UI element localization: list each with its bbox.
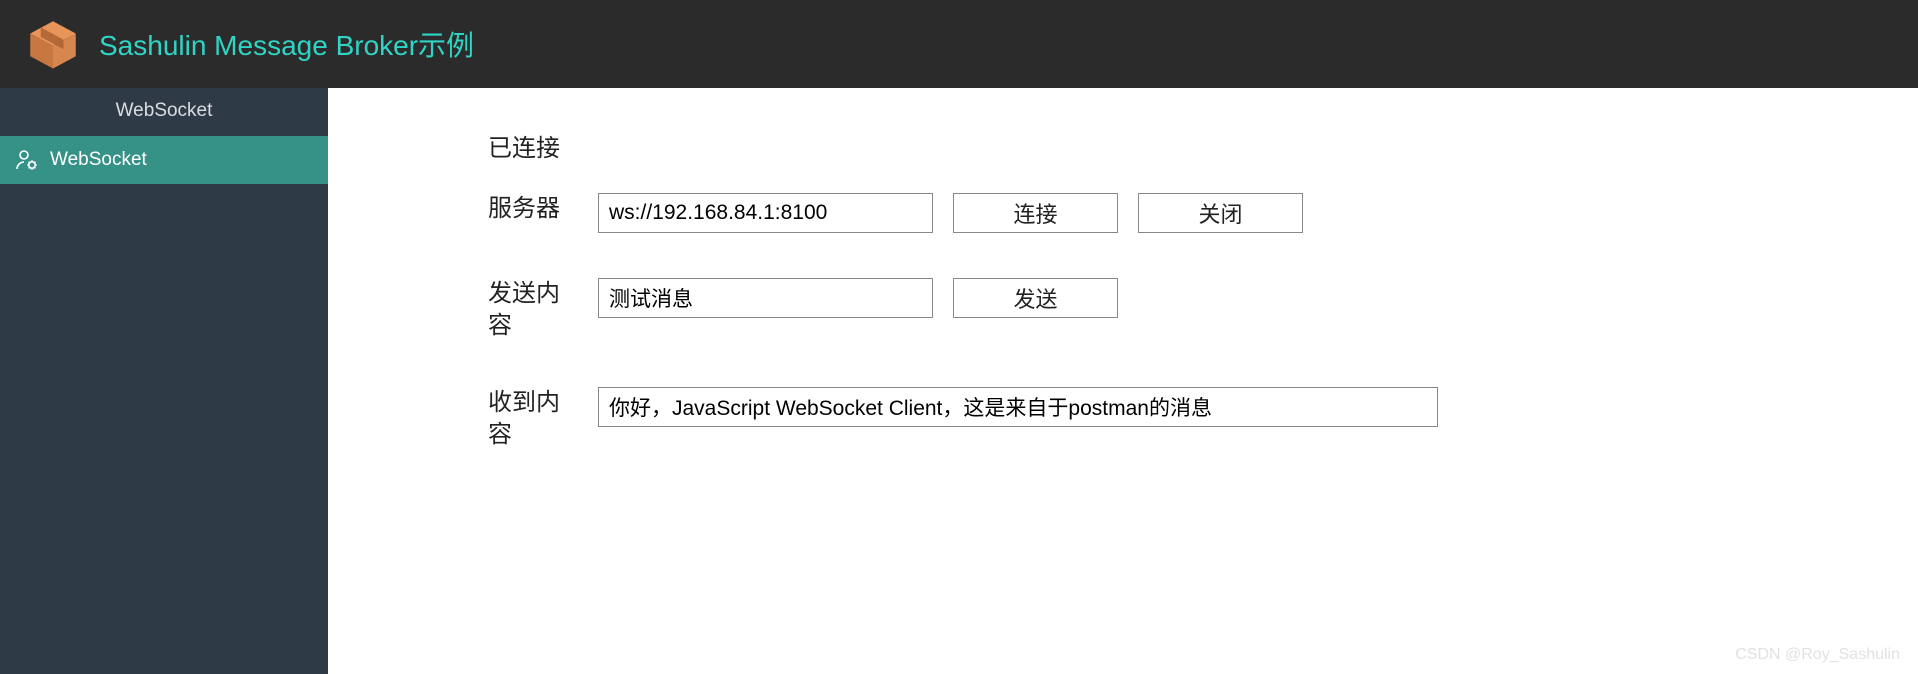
user-settings-icon [14,147,40,173]
app-logo-icon [25,16,81,72]
received-input[interactable] [598,387,1438,427]
close-button[interactable]: 关闭 [1138,193,1303,233]
server-label: 服务器 [488,193,578,225]
sidebar: WebSocket WebSocket [0,88,328,674]
connect-button[interactable]: 连接 [953,193,1118,233]
sidebar-item-websocket[interactable]: WebSocket [0,136,328,184]
app-title: Sashulin Message Broker示例 [99,24,474,64]
sidebar-item-label: WebSocket [50,149,147,171]
send-button[interactable]: 发送 [953,278,1118,318]
received-row: 收到内容 [488,387,1858,451]
app-header: Sashulin Message Broker示例 [0,0,1918,88]
received-label: 收到内容 [488,387,578,451]
watermark-text: CSDN @Roy_Sashulin [1735,646,1900,664]
send-input[interactable] [598,278,933,318]
connection-status: 已连接 [488,135,560,162]
server-input[interactable] [598,193,933,233]
send-label: 发送内容 [488,278,578,342]
server-row: 服务器 连接 关闭 [488,193,1858,233]
main-content: 已连接 服务器 连接 关闭 发送内容 发送 收到内容 [328,88,1918,674]
send-row: 发送内容 发送 [488,278,1858,342]
sidebar-section-label: WebSocket [0,88,328,136]
